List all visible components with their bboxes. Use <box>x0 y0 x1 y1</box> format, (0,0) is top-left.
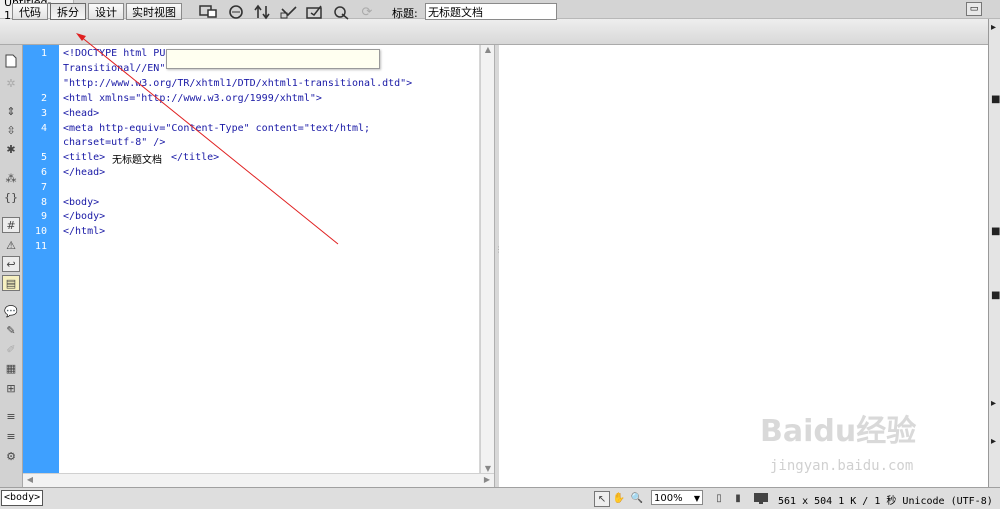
code-line: <html xmlns="http://www.w3.org/1999/xhtm… <box>63 93 322 104</box>
multiscreen-icon[interactable] <box>198 3 220 21</box>
remove-comment-icon[interactable]: ✎ <box>2 322 20 338</box>
document-toolbar <box>0 19 988 45</box>
zoom-select[interactable]: 100% ▼ <box>651 490 703 505</box>
code-line: <meta http-equiv="Content-Type" content=… <box>63 123 371 134</box>
line-number: 3 <box>40 108 47 119</box>
line-number: 6 <box>40 167 47 178</box>
syntax-coloring-icon[interactable]: ▤ <box>2 275 20 291</box>
code-line: </head> <box>63 167 106 178</box>
line-number: 7 <box>40 182 47 193</box>
open-documents-icon[interactable] <box>2 53 20 69</box>
code-line: "http://www.w3.org/TR/xhtml1/DTD/xhtml1-… <box>63 78 413 89</box>
collapse-full-tag-icon[interactable]: ⇕ <box>2 103 20 119</box>
tooltip <box>166 49 380 69</box>
code-line: charset=utf-8" /> <box>63 137 166 148</box>
tablet-size-icon[interactable]: ▮ <box>731 491 745 505</box>
panel-header-icon[interactable]: ■ <box>991 290 1000 301</box>
validate-icon[interactable] <box>278 3 300 21</box>
window-dimensions[interactable]: 561 x 504 <box>778 496 832 507</box>
highlight-invalid-code-icon[interactable]: ⚠ <box>2 237 20 253</box>
expand-all-icon[interactable]: ✱ <box>2 141 20 157</box>
code-view-button[interactable]: 代码 <box>12 3 48 20</box>
select-parent-tag-icon[interactable]: ⁂ <box>2 170 20 186</box>
code-vertical-scrollbar[interactable]: ▲ ▼ <box>480 45 495 473</box>
scroll-up-icon[interactable]: ▲ <box>481 45 495 54</box>
hand-tool-icon[interactable]: ✋ <box>612 491 626 505</box>
watermark-url: jingyan.baidu.com <box>770 458 914 474</box>
panel-header-icon[interactable]: ▸ <box>991 398 996 409</box>
code-line: </html> <box>63 226 106 237</box>
code-editor[interactable] <box>59 45 479 473</box>
code-line: <title> <box>63 152 106 163</box>
line-numbers-icon[interactable]: # <box>2 217 20 233</box>
code-line: <head> <box>63 108 100 119</box>
chevron-down-icon: ▼ <box>693 494 700 503</box>
move-css-icon[interactable]: ⊞ <box>2 380 20 396</box>
balance-braces-icon[interactable]: {} <box>2 189 20 205</box>
tag-selector[interactable]: <body> <box>1 490 44 506</box>
right-panel-group[interactable] <box>988 19 1000 487</box>
code-line: <body> <box>63 197 100 208</box>
line-number: 8 <box>40 197 47 208</box>
collapse-selection-icon[interactable]: ⇳ <box>2 122 20 138</box>
zoom-tool-icon[interactable]: 🔍 <box>630 491 644 505</box>
line-number: 2 <box>40 93 47 104</box>
file-management-icon[interactable] <box>252 3 274 21</box>
line-number: 4 <box>40 123 47 134</box>
split-view-button[interactable]: 拆分 <box>50 3 86 20</box>
line-number: 5 <box>40 152 47 163</box>
title-label: 标题: <box>392 7 418 20</box>
live-view-button[interactable]: 实时视图 <box>126 3 182 20</box>
watermark-logo: Baidu经验 <box>760 414 917 449</box>
code-line: Transitional//EN" <box>63 63 166 74</box>
scroll-down-icon[interactable]: ▼ <box>481 464 495 473</box>
browser-preview-icon[interactable] <box>225 3 247 21</box>
visual-aids-icon[interactable] <box>304 3 326 21</box>
page-title-input[interactable] <box>425 3 557 20</box>
code-line: </body> <box>63 211 106 222</box>
wrap-tag-icon[interactable]: ✐ <box>2 341 20 357</box>
word-wrap-icon[interactable]: ↩ <box>2 256 20 272</box>
code-line: </title> <box>171 152 220 163</box>
panel-header-icon[interactable]: ▸ <box>991 436 996 447</box>
indent-code-icon[interactable]: ≡ <box>2 408 20 424</box>
line-number: 9 <box>40 211 47 222</box>
outdent-code-icon[interactable]: ≡ <box>2 428 20 444</box>
check-browser-icon[interactable] <box>330 3 352 21</box>
restore-icon[interactable]: ▭ <box>966 2 982 16</box>
code-line-title-text: 无标题文档 <box>112 155 162 166</box>
design-view-button[interactable]: 设计 <box>88 3 124 20</box>
line-number: 1 <box>40 48 47 59</box>
download-size: 1 K / 1 秒 <box>838 496 897 507</box>
recent-snippets-icon[interactable]: ▦ <box>2 360 20 376</box>
show-code-navigator-icon[interactable]: ✲ <box>2 75 20 91</box>
select-tool-icon[interactable]: ↖ <box>594 491 610 507</box>
refresh-icon[interactable]: ⟳ <box>356 3 378 21</box>
format-source-icon[interactable]: ⚙ <box>2 448 20 464</box>
code-horizontal-scrollbar[interactable]: ◀ ▶ <box>23 473 494 488</box>
line-number: 11 <box>34 241 47 252</box>
panel-collapse-icon[interactable]: ▸ <box>991 22 996 33</box>
desktop-size-icon[interactable] <box>752 491 770 505</box>
panel-header-icon[interactable]: ■ <box>991 226 1000 237</box>
panel-header-icon[interactable]: ■ <box>991 94 1000 105</box>
scroll-left-icon[interactable]: ◀ <box>23 475 37 484</box>
window-size-icon[interactable]: ▯ <box>712 491 726 505</box>
line-number: 10 <box>34 226 47 237</box>
scroll-right-icon[interactable]: ▶ <box>480 475 494 484</box>
encoding: Unicode (UTF-8) <box>902 496 993 507</box>
apply-comment-icon[interactable]: 💬 <box>2 303 20 319</box>
status-bar: <body> ↖ ✋ 🔍 100% ▼ ▯ ▮ 561 x 504 1 K / … <box>0 487 1000 509</box>
zoom-value: 100% <box>654 493 683 504</box>
